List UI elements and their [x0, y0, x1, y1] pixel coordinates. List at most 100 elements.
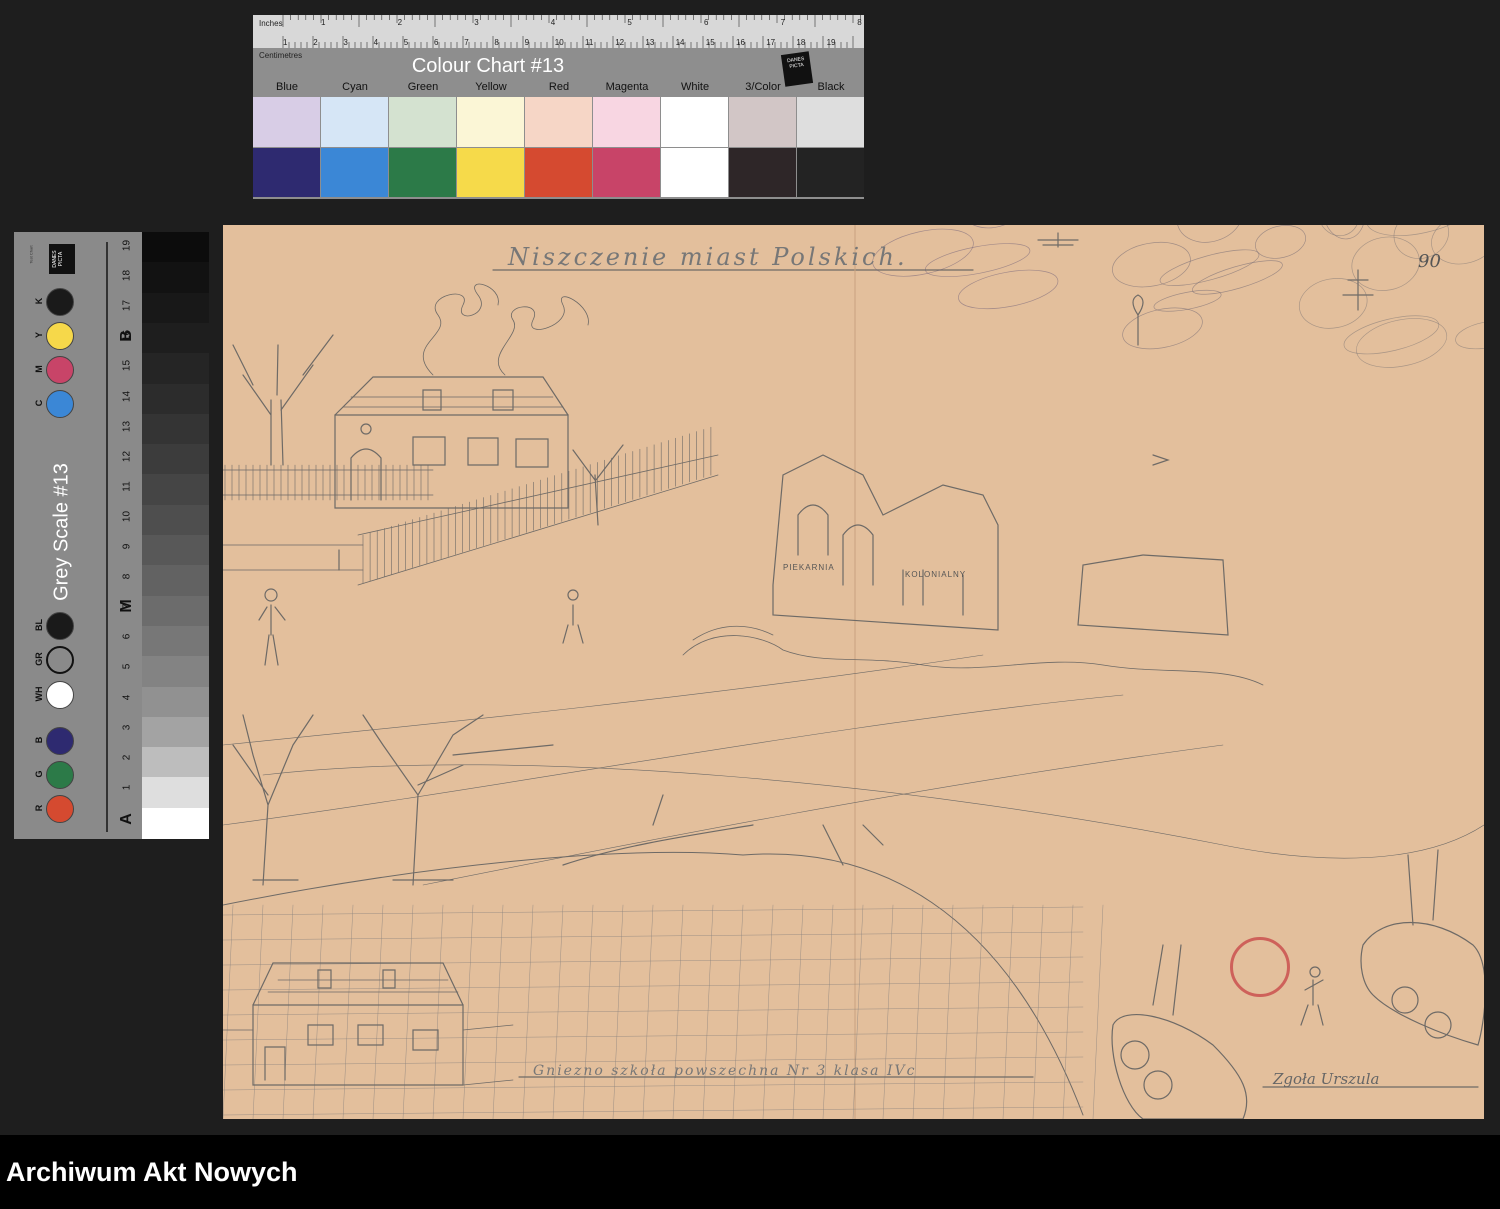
grey-scale-dot-label: BL [34, 619, 44, 631]
grey-scale-step [142, 625, 209, 657]
grey-scale-number: 17 [121, 300, 133, 312]
ground-strokes [223, 654, 1224, 886]
smoke-scribble [924, 243, 1031, 277]
grey-scale-step [142, 413, 209, 445]
swatch-name: Magenta [605, 81, 649, 93]
field-grid-line [223, 1006, 1084, 1016]
grey-scale-number: 9 [121, 543, 133, 550]
field-grid-line [612, 904, 624, 1119]
inch-tick-label: 7 [780, 18, 786, 27]
grey-scale-step [142, 383, 209, 415]
swatch-name: Black [817, 81, 845, 93]
airplane-right [1342, 269, 1374, 311]
swatch-light [661, 97, 728, 147]
swatch-name: White [680, 81, 710, 93]
swatch-light [593, 97, 660, 147]
cm-tick-label: 8 [494, 38, 499, 47]
grey-scale-dot-label: C [34, 399, 44, 407]
swatch-dark [321, 148, 388, 197]
fence-diagonal [357, 454, 719, 586]
field-grid-line [672, 904, 684, 1119]
archive-stamp [1230, 937, 1290, 997]
grey-scale-number: 12 [121, 450, 133, 462]
inch-tick-label: 4 [550, 18, 556, 27]
grey-scale-step [142, 807, 209, 839]
burning-building-1 [772, 454, 999, 631]
swatch-name: Blue [275, 81, 299, 93]
cm-tick-label: 18 [796, 38, 806, 47]
field-grid-line [223, 1081, 1084, 1091]
grey-scale-dot [46, 322, 74, 350]
field-grid-line [912, 904, 924, 1119]
grey-scale-dot [46, 681, 74, 709]
field-grid-line [223, 904, 234, 1119]
grey-scale-number: 5 [121, 664, 133, 670]
page-number: 90 [1418, 251, 1441, 272]
swatch-light [797, 97, 864, 147]
tree-top-left [232, 334, 334, 466]
smoke-scribble [979, 225, 1059, 228]
grey-scale-number: 8 [121, 573, 133, 580]
school-caption: Gniezno szkoła powszechna Nr 3 klasa IVc [533, 1063, 917, 1079]
grey-scale-step [142, 747, 209, 779]
house-bottom-left [252, 962, 464, 1086]
grey-scale-dot [46, 795, 74, 823]
footer-bar: Archiwum Akt Nowych [0, 1135, 1500, 1209]
swatch-light [389, 97, 456, 147]
grey-scale-step [142, 292, 209, 324]
cm-tick-label: 6 [434, 38, 439, 47]
burning-building-2 [1077, 554, 1229, 636]
grey-scale-step [142, 444, 209, 476]
smoke-2 [497, 296, 589, 376]
ground-strokes-2 [262, 764, 1484, 859]
grey-scale-dot [46, 288, 74, 316]
cm-tick-label: 2 [313, 38, 318, 47]
field-grid-line [1002, 904, 1014, 1119]
soldier [1300, 979, 1324, 1026]
cm-tick-label: 11 [585, 38, 594, 47]
inch-tick-label: 2 [397, 18, 403, 27]
grey-scale-step [142, 504, 209, 536]
smoke-scribble [1298, 278, 1368, 329]
inch-cm-ruler: Inches Centimetres 12345678 1 2 3 4 5 6 7 8 9 10 1… [253, 15, 864, 60]
airplane-top [1037, 232, 1079, 248]
danes-picta-logo-small: DANES PICTA [49, 244, 75, 274]
fence-bottom [223, 1024, 514, 1086]
field-grid-line [223, 931, 1084, 941]
field-grid-line [1092, 904, 1104, 1119]
swatch-dark [389, 148, 456, 197]
field-grid-line [372, 904, 384, 1119]
field-grid-line [762, 904, 774, 1119]
grey-scale-step [142, 777, 209, 809]
grey-scale-number: 11 [121, 481, 133, 492]
smoke-scribble [1192, 260, 1283, 295]
field-grid-line [822, 904, 834, 1119]
grey-scale-number: 3 [121, 724, 133, 730]
person-left [258, 604, 286, 666]
smoke-scribble [1323, 225, 1365, 240]
smoke-1 [422, 283, 499, 376]
swatch-name: Cyan [342, 81, 368, 93]
swatch-name: Red [548, 81, 570, 93]
grey-scale-letter: B [118, 330, 135, 342]
grey-scale-number: 4 [121, 694, 133, 700]
smoke-scribble [1366, 225, 1476, 236]
drawing-title: Niszczenie miast Polskich. [508, 243, 908, 271]
grey-scale-number: 1 [121, 784, 133, 791]
grey-scale-dot-label: M [34, 365, 44, 373]
cm-tick-label: 9 [524, 38, 530, 47]
swatch-light [457, 97, 524, 147]
grey-scale-dot [46, 727, 74, 755]
grey-scale-number: 18 [121, 270, 133, 282]
inch-tick-label: 5 [627, 18, 632, 27]
smoke-scribble [1351, 236, 1420, 291]
field-grid-line [432, 904, 444, 1119]
grey-scale-number: 13 [121, 420, 133, 432]
grey-scale-dot [46, 390, 74, 418]
swatch-dark [661, 148, 728, 197]
fence-top-left [223, 469, 434, 496]
swatch-dark [593, 148, 660, 197]
soldier-head [1309, 966, 1321, 978]
cm-tick-label: 17 [766, 38, 776, 47]
archive-name: Archiwum Akt Nowych [6, 1157, 298, 1187]
